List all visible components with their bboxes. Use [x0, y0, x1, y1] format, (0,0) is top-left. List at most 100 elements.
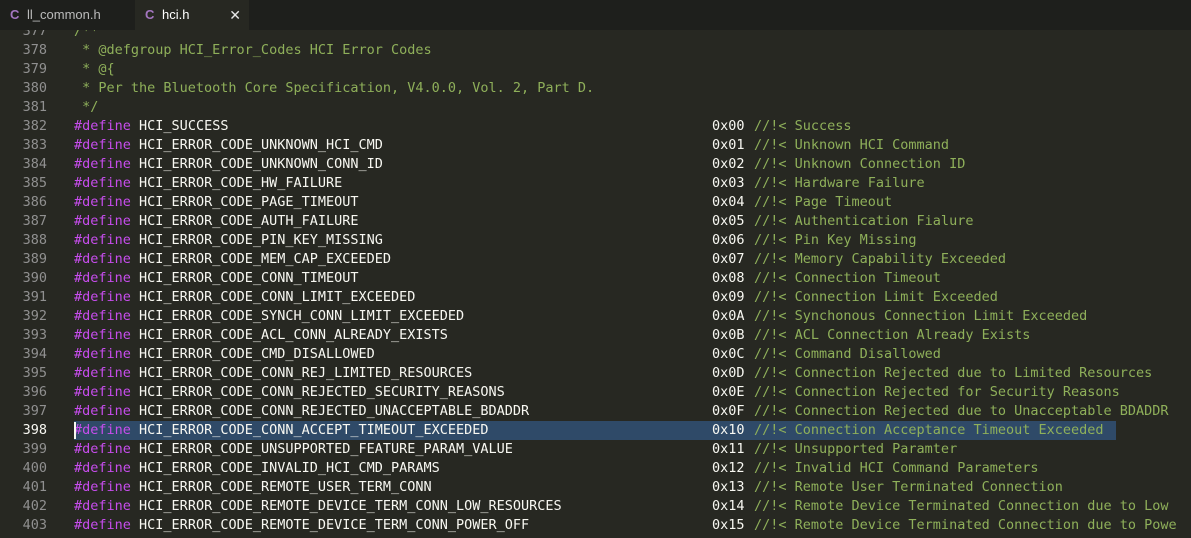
trailing-comment: //!< Remote User Terminated Connection	[754, 479, 1063, 495]
code-line[interactable]: 385 #define HCI_ERROR_CODE_HW_FAILURE 0x03…	[0, 174, 1191, 193]
define-keyword: #define	[74, 308, 131, 324]
define-keyword: #define	[74, 327, 131, 343]
line-number: 400	[22, 460, 47, 476]
code-line[interactable]: 383 #define HCI_ERROR_CODE_UNKNOWN_HCI_CM…	[0, 136, 1191, 155]
line-number: 403	[22, 517, 47, 533]
code-line[interactable]: 393 #define HCI_ERROR_CODE_ACL_CONN_ALREA…	[0, 326, 1191, 345]
macro-name: HCI_ERROR_CODE_REMOTE_USER_TERM_CONN	[139, 479, 432, 495]
trailing-comment: //!< Unknown Connection ID	[754, 156, 966, 172]
code-line[interactable]: 395 #define HCI_ERROR_CODE_CONN_REJ_LIMIT…	[0, 364, 1191, 383]
macro-value: 0x0B	[712, 327, 745, 343]
line-number: 390	[22, 270, 47, 286]
code-line[interactable]: 386 #define HCI_ERROR_CODE_PAGE_TIMEOUT 0x…	[0, 193, 1191, 212]
macro-name: HCI_ERROR_CODE_UNKNOWN_HCI_CMD	[139, 137, 383, 153]
trailing-comment: //!< Synchonous Connection Limit Exceede…	[754, 308, 1088, 324]
macro-name: HCI_ERROR_CODE_AUTH_FAILURE	[139, 213, 359, 229]
code-line[interactable]: 384 #define HCI_ERROR_CODE_UNKNOWN_CONN_I…	[0, 155, 1191, 174]
code-line[interactable]: 403 #define HCI_ERROR_CODE_REMOTE_DEVICE_…	[0, 516, 1191, 535]
line-number: 378	[22, 42, 47, 58]
line-number: 380	[22, 80, 47, 96]
trailing-comment: //!< Connection Acceptance Timeout Excee…	[754, 422, 1104, 438]
trailing-comment: //!< Connection Rejected due to Unaccept…	[754, 403, 1169, 419]
code-line[interactable]: 401 #define HCI_ERROR_CODE_REMOTE_USER_TE…	[0, 478, 1191, 497]
code-line[interactable]: 382 #define HCI_SUCCESS 0x00 //!< Success	[0, 117, 1191, 136]
trailing-comment: //!< Hardware Failure	[754, 175, 925, 191]
line-number: 401	[22, 479, 47, 495]
code-line[interactable]: 379 * @{	[0, 60, 1191, 79]
code-line[interactable]: 378 * @defgroup HCI_Error_Codes HCI Erro…	[0, 41, 1191, 60]
line-number: 399	[22, 441, 47, 457]
trailing-comment: //!< Memory Capability Exceeded	[754, 251, 1006, 267]
define-statement: #define HCI_ERROR_CODE_SYNCH_CONN_LIMIT_…	[74, 307, 464, 326]
define-keyword: #define	[74, 422, 131, 438]
define-statement: #define HCI_ERROR_CODE_UNKNOWN_HCI_CMD	[74, 136, 383, 155]
code-line[interactable]: 388 #define HCI_ERROR_CODE_PIN_KEY_MISSIN…	[0, 231, 1191, 250]
tab-hci-h[interactable]: C hci.h ✕	[135, 0, 249, 30]
define-keyword: #define	[74, 251, 131, 267]
code-editor[interactable]: 377 /** 378 * @defgroup HCI_Error_Codes HC…	[0, 30, 1191, 538]
macro-value: 0x07	[712, 251, 745, 267]
trailing-comment: //!< Command Disallowed	[754, 346, 941, 362]
macro-value: 0x09	[712, 289, 745, 305]
text-cursor	[74, 422, 76, 439]
code-line[interactable]: 377 /**	[0, 30, 1191, 41]
line-number: 382	[22, 118, 47, 134]
define-keyword: #define	[74, 270, 131, 286]
doc-comment: * @{	[74, 61, 115, 77]
macro-name: HCI_ERROR_CODE_INVALID_HCI_CMD_PARAMS	[139, 460, 440, 476]
line-number: 389	[22, 251, 47, 267]
define-statement: #define HCI_ERROR_CODE_UNKNOWN_CONN_ID	[74, 155, 383, 174]
define-statement: #define HCI_ERROR_CODE_REMOTE_DEVICE_TER…	[74, 497, 562, 516]
define-statement: #define HCI_ERROR_CODE_REMOTE_USER_TERM_…	[74, 478, 432, 497]
trailing-comment: //!< Connection Rejected for Security Re…	[754, 384, 1120, 400]
define-keyword: #define	[74, 479, 131, 495]
code-line[interactable]: 400 #define HCI_ERROR_CODE_INVALID_HCI_CM…	[0, 459, 1191, 478]
macro-name: HCI_ERROR_CODE_UNSUPPORTED_FEATURE_PARAM…	[139, 441, 513, 457]
define-keyword: #define	[74, 460, 131, 476]
macro-value: 0x00	[712, 118, 745, 134]
code-line[interactable]: 381 */	[0, 98, 1191, 117]
macro-value: 0x0D	[712, 365, 745, 381]
code-line[interactable]: 387 #define HCI_ERROR_CODE_AUTH_FAILURE 0x…	[0, 212, 1191, 231]
code-line[interactable]: 392 #define HCI_ERROR_CODE_SYNCH_CONN_LIM…	[0, 307, 1191, 326]
trailing-comment: //!< Unknown HCI Command	[754, 137, 950, 153]
macro-value: 0x03	[712, 175, 745, 191]
line-number: 388	[22, 232, 47, 248]
code-line-current[interactable]: 398 #define HCI_ERROR_CODE_CONN_ACCEPT_TI…	[0, 421, 1191, 440]
line-number: 383	[22, 137, 47, 153]
trailing-comment: //!< Connection Timeout	[754, 270, 941, 286]
close-tab-icon[interactable]: ✕	[229, 0, 241, 30]
line-number: 393	[22, 327, 47, 343]
macro-value: 0x0A	[712, 308, 745, 324]
code-line[interactable]: 394 #define HCI_ERROR_CODE_CMD_DISALLOWED…	[0, 345, 1191, 364]
code-line[interactable]: 380 * Per the Bluetooth Core Specificati…	[0, 79, 1191, 98]
tab-label: hci.h	[162, 7, 190, 22]
code-line[interactable]: 399 #define HCI_ERROR_CODE_UNSUPPORTED_FE…	[0, 440, 1191, 459]
macro-name: HCI_ERROR_CODE_REMOTE_DEVICE_TERM_CONN_P…	[139, 517, 530, 533]
define-keyword: #define	[74, 156, 131, 172]
code-line[interactable]: 391 #define HCI_ERROR_CODE_CONN_LIMIT_EXC…	[0, 288, 1191, 307]
macro-value: 0x02	[712, 156, 745, 172]
macro-value: 0x0E	[712, 384, 745, 400]
code-line[interactable]: 397 #define HCI_ERROR_CODE_CONN_REJECTED_…	[0, 402, 1191, 421]
trailing-comment: //!< Unsupported Paramter	[754, 441, 958, 457]
macro-name: HCI_ERROR_CODE_MEM_CAP_EXCEEDED	[139, 251, 392, 267]
macro-value: 0x10	[712, 422, 745, 438]
define-statement: #define HCI_ERROR_CODE_CMD_DISALLOWED	[74, 345, 375, 364]
trailing-comment: //!< Invalid HCI Command Parameters	[754, 460, 1039, 476]
code-line[interactable]: 402 #define HCI_ERROR_CODE_REMOTE_DEVICE_…	[0, 497, 1191, 516]
code-line[interactable]: 396 #define HCI_ERROR_CODE_CONN_REJECTED_…	[0, 383, 1191, 402]
define-keyword: #define	[74, 403, 131, 419]
macro-value: 0x0F	[712, 403, 745, 419]
trailing-comment: //!< Authentication Fialure	[754, 213, 974, 229]
tab-ll-common-h[interactable]: C ll_common.h	[0, 0, 130, 30]
code-line[interactable]: 390 #define HCI_ERROR_CODE_CONN_TIMEOUT 0x…	[0, 269, 1191, 288]
doc-comment: /**	[74, 30, 99, 39]
line-number: 391	[22, 289, 47, 305]
macro-name: HCI_ERROR_CODE_CONN_REJECTED_UNACCEPTABL…	[139, 403, 530, 419]
code-line[interactable]: 389 #define HCI_ERROR_CODE_MEM_CAP_EXCEED…	[0, 250, 1191, 269]
define-statement: #define HCI_ERROR_CODE_CONN_LIMIT_EXCEED…	[74, 288, 415, 307]
macro-name: HCI_SUCCESS	[139, 118, 229, 134]
line-number: 396	[22, 384, 47, 400]
define-keyword: #define	[74, 517, 131, 533]
